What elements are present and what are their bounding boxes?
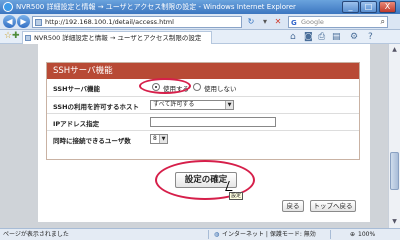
tab-bar: ☆ ✚ NVR500 詳細設定と情報 → ユーザとアクセス制限の設定 ⌂ ◙ ⎙… — [0, 30, 400, 44]
browser-window: NVR500 詳細設定と情報 → ユーザとアクセス制限の設定 - Windows… — [0, 0, 400, 240]
refresh-icon[interactable]: ↻ — [246, 17, 256, 27]
stop-icon[interactable]: ✕ — [273, 17, 283, 27]
address-bar: ◀ ▶ http://192.168.100.1/detail/access.h… — [0, 14, 400, 30]
zoom-level[interactable]: 100% — [358, 229, 375, 240]
search-placeholder: Google — [301, 18, 324, 26]
row-ip-address: IPアドレス指定 — [47, 113, 359, 130]
scroll-down-icon[interactable]: ▼ — [390, 217, 399, 226]
row-allowed-hosts: SSHの利用を許可するホスト すべて許可する ▼ — [47, 96, 359, 113]
tab-title: NVR500 詳細設定と情報 → ユーザとアクセス制限の設定 — [34, 34, 202, 42]
chevron-down-icon: ▼ — [225, 101, 233, 109]
feeds-icon[interactable]: ◙ — [304, 31, 313, 43]
status-divider — [208, 230, 209, 239]
zone-text: インターネット | 保護モード: 無効 — [222, 231, 316, 238]
ssh-settings-panel: SSHサーバ機能 SSHサーバ機能 使用する 使用しない SSHの利用を許可する… — [46, 62, 360, 160]
max-users-label: 同時に接続できるユーザ数 — [53, 137, 131, 145]
url-input[interactable]: http://192.168.100.1/detail/access.html — [32, 16, 242, 28]
vertical-scrollbar[interactable]: ▲ ▼ — [388, 44, 400, 228]
print-icon[interactable]: ⎙ — [318, 31, 325, 43]
chevron-down-icon: ▼ — [159, 135, 167, 143]
row-max-users: 同時に接続できるユーザ数 8 ▼ — [47, 130, 359, 147]
status-text: ページが表示されました — [3, 231, 69, 238]
minimize-button[interactable]: _ — [342, 1, 359, 13]
zoom-icon: ⊕ — [350, 231, 356, 238]
ssh-server-label: SSHサーバ機能 — [53, 85, 100, 93]
cursor-tooltip: 設定 — [229, 192, 244, 200]
status-bar: ページが表示されました ◍ インターネット | 保護モード: 無効 ⊕ 100% — [0, 228, 400, 240]
page-menu-icon[interactable]: ▤ — [332, 31, 341, 43]
scroll-thumb[interactable] — [390, 152, 399, 190]
home-icon[interactable]: ⌂ — [290, 31, 296, 43]
ip-address-field[interactable] — [150, 117, 276, 127]
row-ssh-server: SSHサーバ機能 使用する 使用しない — [47, 79, 359, 96]
radio-not-use-label: 使用しない — [204, 85, 237, 93]
google-icon: G — [291, 19, 297, 27]
forward-nav-icon[interactable]: ▶ — [17, 15, 30, 28]
tab-page-icon — [25, 35, 31, 41]
favorites-star-icon[interactable]: ☆ — [4, 31, 12, 41]
status-divider — [330, 230, 331, 239]
scroll-up-icon[interactable]: ▲ — [390, 45, 399, 54]
dropdown-icon[interactable]: ▾ — [260, 17, 270, 27]
back-button[interactable]: 戻る — [282, 200, 304, 212]
add-favorite-icon[interactable]: ✚ — [12, 31, 20, 41]
ip-address-label: IPアドレス指定 — [53, 120, 100, 128]
allowed-hosts-label: SSHの利用を許可するホスト — [53, 103, 140, 111]
allowed-hosts-value: すべて許可する — [153, 101, 195, 108]
url-text: http://192.168.100.1/detail/access.html — [45, 18, 174, 26]
allowed-hosts-select[interactable]: すべて許可する ▼ — [150, 100, 234, 110]
search-icon[interactable]: ⌕ — [381, 17, 385, 27]
highlight-radio-circle — [139, 78, 191, 94]
top-button[interactable]: トップへ戻る — [310, 200, 356, 212]
window-title: NVR500 詳細設定と情報 → ユーザとアクセス制限の設定 - Windows… — [16, 3, 296, 11]
title-bar: NVR500 詳細設定と情報 → ユーザとアクセス制限の設定 - Windows… — [0, 0, 400, 14]
radio-not-use[interactable] — [193, 83, 201, 91]
help-icon[interactable]: ? — [368, 31, 373, 43]
max-users-select[interactable]: 8 ▼ — [150, 134, 168, 144]
close-button[interactable]: X — [379, 1, 396, 13]
page-viewport: SSHサーバ機能 SSHサーバ機能 使用する 使用しない SSHの利用を許可する… — [0, 44, 400, 228]
panel-header: SSHサーバ機能 — [47, 63, 359, 79]
globe-icon: ◍ — [214, 231, 220, 238]
tools-menu-icon[interactable]: ⚙ — [350, 31, 358, 43]
ie-logo-icon — [3, 2, 13, 12]
search-input[interactable]: G Google ⌕ — [288, 16, 388, 28]
maximize-button[interactable]: □ — [360, 1, 377, 13]
max-users-value: 8 — [153, 135, 157, 142]
page-body: SSHサーバ機能 SSHサーバ機能 使用する 使用しない SSHの利用を許可する… — [38, 44, 370, 222]
page-icon — [35, 19, 42, 26]
back-nav-icon[interactable]: ◀ — [3, 15, 16, 28]
tab-current[interactable]: NVR500 詳細設定と情報 → ユーザとアクセス制限の設定 — [22, 31, 212, 44]
